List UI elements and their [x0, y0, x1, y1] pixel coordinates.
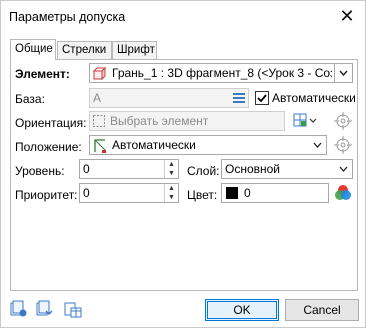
- orientation-placeholder: Выбрать элемент: [110, 114, 209, 128]
- element-select[interactable]: Грань_1 : 3D фрагмент_8 (<Урок 3 - Созд.…: [89, 63, 353, 83]
- level-label: Уровень:: [15, 164, 65, 178]
- position-label: Положение:: [15, 140, 82, 154]
- level-value: 0: [83, 162, 90, 176]
- position-target-button[interactable]: [333, 135, 353, 155]
- color-field[interactable]: 0: [221, 183, 329, 203]
- cancel-button[interactable]: Cancel: [285, 299, 359, 321]
- priority-spin[interactable]: ▲ ▼: [164, 184, 178, 202]
- color-label: Цвет:: [187, 188, 218, 202]
- priority-value: 0: [83, 186, 90, 200]
- chevron-down-icon: [334, 64, 352, 82]
- close-icon: ✕: [339, 5, 355, 26]
- color-value: 0: [244, 186, 251, 200]
- element-value: Грань_1 : 3D фрагмент_8 (<Урок 3 - Созд.…: [112, 66, 332, 80]
- list-icon: [233, 93, 245, 103]
- document-import-icon: [36, 300, 53, 316]
- tab-font[interactable]: Шрифт: [112, 41, 157, 59]
- leader-position-icon: [93, 138, 107, 153]
- grid-dropdown-icon: [293, 113, 317, 127]
- position-value: Автоматически: [112, 138, 196, 152]
- priority-label: Приоритет:: [15, 188, 78, 202]
- reset-defaults-button[interactable]: [63, 299, 83, 319]
- checkmark-icon: [257, 94, 267, 103]
- element-label: Элемент:: [15, 67, 70, 81]
- target-icon: [334, 112, 352, 130]
- target-icon: [334, 136, 352, 154]
- base-value: A: [93, 91, 102, 105]
- spin-up-icon[interactable]: ▲: [165, 160, 178, 169]
- close-button[interactable]: ✕: [333, 3, 361, 29]
- document-settings-icon: [10, 300, 27, 317]
- spin-down-icon[interactable]: ▼: [165, 193, 178, 202]
- tab-arrows[interactable]: Стрелки: [57, 41, 112, 59]
- chevron-down-icon: [308, 136, 326, 154]
- color-picker-button[interactable]: [333, 183, 353, 203]
- ok-button[interactable]: OK: [205, 299, 279, 321]
- priority-stepper[interactable]: 0 ▲ ▼: [79, 183, 179, 203]
- level-spin[interactable]: ▲ ▼: [164, 160, 178, 178]
- layer-value: Основной: [225, 162, 281, 176]
- chevron-down-icon: [334, 160, 352, 178]
- position-select[interactable]: Автоматически: [89, 135, 327, 155]
- level-stepper[interactable]: 0 ▲ ▼: [79, 159, 179, 179]
- base-list-button[interactable]: [231, 90, 247, 106]
- base-label: База:: [15, 92, 45, 106]
- tab-general[interactable]: Общие: [10, 39, 56, 60]
- auto-base-label: Автоматически: [272, 91, 356, 105]
- title-bar: Параметры допуска ✕: [1, 1, 365, 33]
- orientation-options-button[interactable]: [291, 111, 321, 131]
- layer-label: Слой:: [187, 164, 220, 178]
- orientation-target-button[interactable]: [333, 111, 353, 131]
- layer-select[interactable]: Основной: [221, 159, 353, 179]
- 3d-face-icon: [92, 66, 108, 80]
- orientation-field[interactable]: Выбрать элемент: [89, 111, 285, 131]
- tolerance-parameters-dialog: Параметры допуска ✕ Общие Стрелки Шрифт …: [0, 0, 366, 328]
- auto-base-checkbox[interactable]: [255, 91, 269, 105]
- document-table-icon: [64, 302, 82, 318]
- save-defaults-button[interactable]: [9, 299, 29, 319]
- spin-up-icon[interactable]: ▲: [165, 184, 178, 193]
- window-title: Параметры допуска: [9, 10, 126, 24]
- select-element-icon: [93, 115, 105, 127]
- base-field[interactable]: A: [89, 88, 249, 108]
- spin-down-icon[interactable]: ▼: [165, 169, 178, 178]
- color-swatch: [226, 187, 238, 199]
- orientation-label: Ориентация:: [15, 116, 87, 130]
- load-defaults-button[interactable]: [35, 299, 55, 319]
- palette-icon: [335, 185, 351, 200]
